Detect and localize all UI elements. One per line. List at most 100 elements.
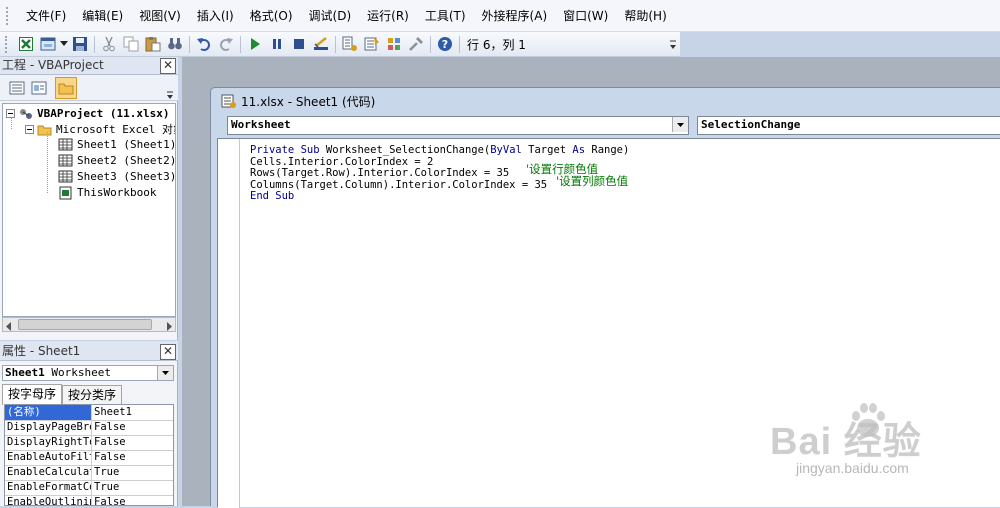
- close-icon[interactable]: ✕: [160, 58, 176, 74]
- property-value[interactable]: False: [92, 495, 126, 505]
- project-explorer-toolbar: [0, 75, 178, 101]
- dropdown-arrow-icon[interactable]: [59, 34, 69, 55]
- undo-icon[interactable]: [193, 34, 215, 55]
- tree-label-sheet3: Sheet3 (Sheet3): [77, 170, 176, 183]
- svg-text:?: ?: [442, 38, 448, 51]
- menu-debug[interactable]: 调试(D): [301, 5, 360, 27]
- property-value[interactable]: True: [92, 480, 119, 495]
- project-explorer-icon[interactable]: [339, 34, 361, 55]
- reset-icon[interactable]: [288, 34, 310, 55]
- insert-userform-icon[interactable]: [37, 34, 59, 55]
- menu-help[interactable]: 帮助(H): [616, 5, 674, 27]
- menu-tools[interactable]: 工具(T): [417, 5, 474, 27]
- property-name: EnableFormatConditionsCalculation: [5, 480, 92, 495]
- menu-run[interactable]: 运行(R): [359, 5, 417, 27]
- property-row[interactable]: (名称) Sheet1: [5, 405, 173, 421]
- chevron-down-icon[interactable]: [157, 366, 173, 380]
- code-line[interactable]: Private Sub Worksheet_SelectionChange(By…: [250, 144, 629, 156]
- code-editor[interactable]: Private Sub Worksheet_SelectionChange(By…: [217, 138, 1000, 508]
- menu-grip[interactable]: [6, 6, 12, 25]
- properties-window-icon[interactable]: [361, 34, 383, 55]
- view-object-icon[interactable]: [30, 79, 48, 97]
- toggle-folders-icon[interactable]: [55, 77, 77, 99]
- property-row[interactable]: EnableAutoFilter False: [5, 450, 173, 466]
- property-value[interactable]: False: [92, 450, 126, 465]
- menu-window[interactable]: 窗口(W): [555, 5, 616, 27]
- code-margin-indicator-bar[interactable]: [218, 139, 240, 508]
- properties-grid: (名称) Sheet1 DisplayPageBreaks False Disp…: [4, 404, 174, 506]
- menu-insert[interactable]: 插入(I): [189, 5, 242, 27]
- property-row[interactable]: DisplayPageBreaks False: [5, 420, 173, 436]
- tree-node-sheet2[interactable]: Sheet2 (Sheet2): [58, 153, 176, 168]
- property-name: EnableOutlining: [5, 495, 92, 505]
- menu-format[interactable]: 格式(O): [242, 5, 301, 27]
- run-icon[interactable]: [244, 34, 266, 55]
- collapse-icon[interactable]: [25, 125, 34, 134]
- code-line[interactable]: Columns(Target.Column).Interior.ColorInd…: [250, 179, 547, 191]
- menu-file[interactable]: 文件(F): [18, 5, 74, 27]
- worksheet-icon: [58, 170, 74, 183]
- code-token: Worksheet_SelectionChange(: [319, 144, 491, 156]
- procedure-select[interactable]: SelectionChange: [697, 116, 1000, 135]
- property-name: EnableCalculation: [5, 465, 92, 480]
- toolbar-options-icon[interactable]: [166, 89, 174, 99]
- save-icon[interactable]: [69, 34, 91, 55]
- excel-view-icon[interactable]: [15, 34, 37, 55]
- toolbar-separator: [430, 35, 431, 53]
- property-row[interactable]: EnableCalculation True: [5, 465, 173, 481]
- paste-icon[interactable]: [142, 34, 164, 55]
- property-value[interactable]: Sheet1: [92, 405, 132, 420]
- tree-label-thisworkbook: ThisWorkbook: [77, 186, 157, 199]
- scroll-left-icon[interactable]: [5, 320, 13, 334]
- procedure-select-value: SelectionChange: [701, 118, 801, 131]
- properties-object-select[interactable]: Sheet1 Worksheet: [2, 365, 174, 381]
- tab-categorized[interactable]: 按分类序: [62, 385, 123, 405]
- tree-line: [11, 117, 12, 129]
- code-window-titlebar[interactable]: 11.xlsx - Sheet1 (代码): [211, 88, 1000, 114]
- scroll-right-icon[interactable]: [165, 320, 173, 334]
- close-icon[interactable]: ✕: [160, 344, 176, 360]
- project-tree[interactable]: VBAProject (11.xlsx) Microsoft Excel 对象 …: [2, 103, 176, 317]
- code-line[interactable]: Rows(Target.Row).Interior.ColorIndex = 3…: [250, 167, 509, 179]
- redo-icon[interactable]: [215, 34, 237, 55]
- properties-pane: 属性 - Sheet1 ✕ Sheet1 Worksheet 按字母序 按分类序…: [0, 341, 178, 506]
- standard-toolbar: ? 行 6，列 1: [0, 32, 680, 57]
- find-icon[interactable]: [164, 34, 186, 55]
- code-keyword: As: [572, 144, 586, 156]
- tree-node-sheet1[interactable]: Sheet1 (Sheet1): [58, 137, 175, 152]
- toolbar-grip[interactable]: [5, 35, 11, 53]
- toolbar-options-icon[interactable]: [669, 39, 677, 51]
- toolbox-icon[interactable]: [405, 34, 427, 55]
- code-line[interactable]: End Sub: [250, 190, 294, 202]
- chevron-down-icon[interactable]: [672, 117, 688, 132]
- menu-edit[interactable]: 编辑(E): [74, 5, 131, 27]
- cut-icon[interactable]: [98, 34, 120, 55]
- tree-node-sheet3[interactable]: Sheet3 (Sheet3): [58, 169, 176, 184]
- toolbar-separator: [335, 35, 336, 53]
- tab-alphabetic[interactable]: 按字母序: [2, 384, 63, 405]
- tree-line: [47, 132, 48, 193]
- property-value[interactable]: True: [92, 465, 119, 480]
- property-row[interactable]: DisplayRightToLeft False: [5, 435, 173, 451]
- help-icon[interactable]: ?: [434, 34, 456, 55]
- object-browser-icon[interactable]: [383, 34, 405, 55]
- view-code-icon[interactable]: [8, 79, 26, 97]
- property-value[interactable]: False: [92, 420, 126, 435]
- property-value[interactable]: False: [92, 435, 126, 450]
- design-mode-icon[interactable]: [310, 34, 332, 55]
- property-row[interactable]: EnableOutlining False: [5, 495, 173, 505]
- menu-addins[interactable]: 外接程序(A): [474, 5, 556, 27]
- property-row[interactable]: EnableFormatConditionsCalculation True: [5, 480, 173, 496]
- break-icon[interactable]: [266, 34, 288, 55]
- code-token: Target: [521, 144, 573, 156]
- object-select[interactable]: Worksheet: [227, 116, 689, 135]
- menu-view[interactable]: 视图(V): [131, 5, 189, 27]
- property-name: DisplayRightToLeft: [5, 435, 92, 450]
- tree-node-vbaproject[interactable]: VBAProject (11.xlsx): [6, 106, 169, 121]
- project-tree-horizontal-scrollbar[interactable]: [2, 317, 176, 332]
- tree-label-sheet2: Sheet2 (Sheet2): [77, 154, 176, 167]
- worksheet-icon: [58, 138, 74, 151]
- scroll-thumb[interactable]: [18, 319, 152, 330]
- copy-icon[interactable]: [120, 34, 142, 55]
- tree-node-thisworkbook[interactable]: ThisWorkbook: [58, 185, 156, 200]
